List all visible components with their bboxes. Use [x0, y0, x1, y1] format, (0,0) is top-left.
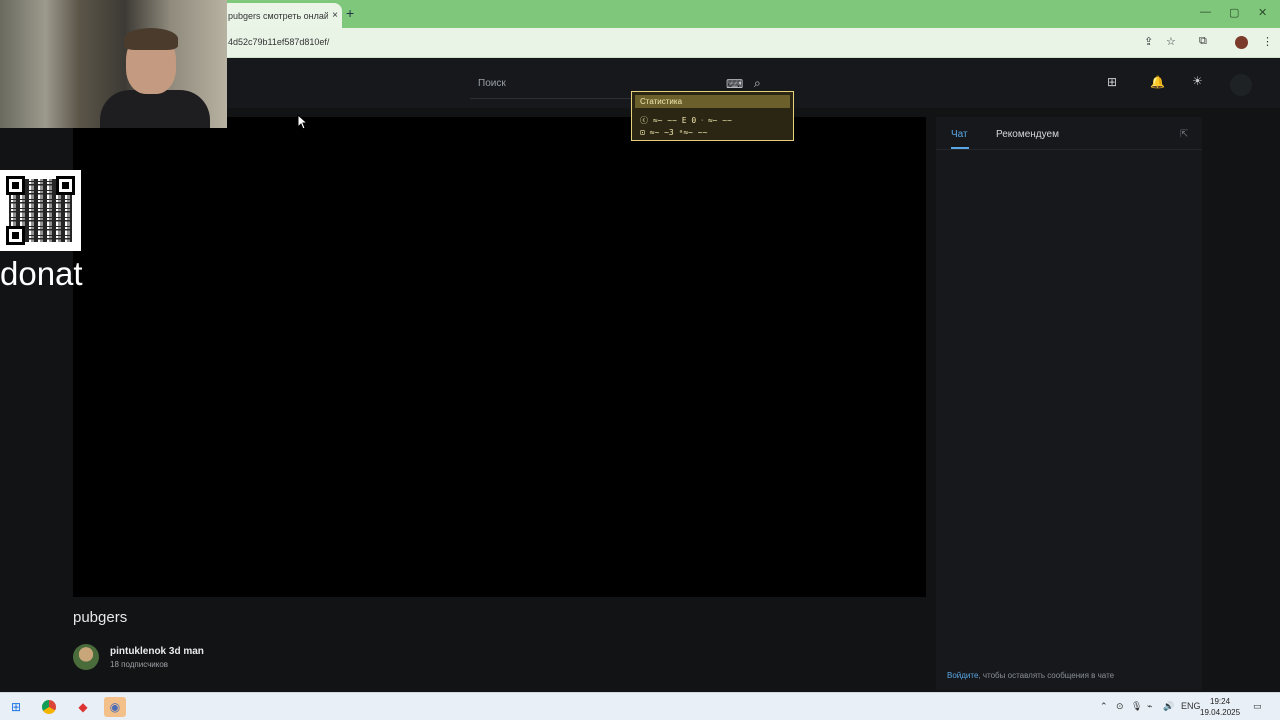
keyboard-icon[interactable]: ⌨ [726, 77, 743, 91]
user-avatar[interactable] [1230, 74, 1252, 96]
divider [936, 149, 1202, 150]
subscriber-count: 18 подписчиков [110, 660, 169, 669]
more-menu-icon[interactable]: ⋮ [1262, 35, 1273, 48]
search-input[interactable]: Поиск [478, 78, 506, 89]
tray-chevron-icon[interactable]: ⌃ [1100, 701, 1108, 712]
login-link[interactable]: Войдите [947, 671, 978, 680]
stream-title: pubgers [73, 609, 128, 626]
stats-overlay: Статистика ⓒ ≈~ ~~ E 0 ᐧ ≈~ ~~ ⊡ ≈~ ~3 ᵃ… [631, 91, 794, 141]
obs-app-icon[interactable]: ◉ [104, 697, 126, 717]
minimize-icon[interactable]: — [1200, 6, 1211, 18]
maximize-icon[interactable]: ▢ [1229, 6, 1239, 19]
donate-label: donat [0, 255, 83, 292]
install-app-icon[interactable]: ⇪ [1144, 35, 1153, 48]
stats-title: Статистика [635, 95, 790, 108]
language-indicator[interactable]: ENG [1181, 701, 1201, 711]
notification-icon[interactable]: 🔔 [1150, 75, 1165, 89]
stats-row: ⊡ ≈~ ~3 ᵃ≈~ ~~ [640, 128, 708, 137]
new-tab-icon[interactable]: + [346, 5, 354, 21]
donate-qr-code [0, 170, 81, 251]
video-player[interactable] [73, 117, 926, 597]
tab-title: pubgers смотреть онлай [228, 10, 328, 21]
channel-name[interactable]: pintuklenok 3d man [110, 646, 204, 657]
microphone-icon[interactable]: 🎙 [1131, 701, 1142, 712]
search-icon[interactable]: ⌕ [754, 76, 761, 91]
bookmark-star-icon[interactable]: ☆ [1166, 35, 1176, 48]
add-icon[interactable]: ⊞ [1107, 75, 1117, 89]
screen: pubgers смотреть онлай × + — ▢ ✕ 4d52c79… [0, 0, 1280, 720]
popout-icon[interactable]: ⇱ [1180, 129, 1188, 140]
os-taskbar: ⊞ ◆ ◉ ⌃ ⊙ 🎙 ⌁ 🔊 ENG 19:24 19.04.2025 ▭ [0, 692, 1280, 720]
volume-icon[interactable]: 🔊 [1163, 701, 1174, 712]
notifications-icon[interactable]: ▭ [1253, 701, 1262, 712]
stats-row: ⓒ ≈~ ~~ E 0 ᐧ ≈~ ~~ [640, 116, 732, 125]
webcam-person-body [100, 90, 210, 128]
start-menu-icon[interactable]: ⊞ [5, 697, 27, 717]
clock-date: 19.04.2025 [1200, 708, 1241, 717]
qr-finder [56, 176, 75, 195]
tray-app-icon[interactable]: ⊙ [1116, 701, 1124, 712]
tab-chat[interactable]: Чат [951, 129, 968, 140]
url-text[interactable]: 4d52c79b11ef587d810ef/ [228, 37, 329, 47]
webcam-person-hair [124, 28, 178, 50]
profile-avatar-icon[interactable] [1235, 36, 1248, 49]
webcam-overlay [0, 0, 227, 128]
qr-finder [6, 176, 25, 195]
login-prompt-text: , чтобы оставлять сообщения в чате [978, 671, 1115, 680]
chat-login-prompt: Войдите, чтобы оставлять сообщения в чат… [947, 671, 1114, 680]
clock-time: 19:24 [1210, 697, 1231, 706]
tab-close-icon[interactable]: × [328, 10, 342, 21]
clock[interactable]: 19:24 19.04.2025 [1200, 696, 1240, 718]
network-icon[interactable]: ⌁ [1147, 701, 1152, 712]
chat-panel: Чат Рекомендуем ⇱ Войдите, чтобы оставля… [936, 117, 1202, 690]
theme-sun-icon[interactable]: ☀ [1192, 74, 1203, 88]
extensions-icon[interactable]: ⧉ [1199, 35, 1207, 48]
browser-tab[interactable]: pubgers смотреть онлай × [220, 3, 342, 28]
chrome-icon[interactable] [38, 697, 60, 717]
qr-finder [6, 226, 25, 245]
tab-recommended[interactable]: Рекомендуем [996, 129, 1059, 140]
app-icon[interactable]: ◆ [72, 697, 94, 717]
channel-avatar[interactable] [73, 644, 99, 670]
close-window-icon[interactable]: ✕ [1258, 6, 1267, 19]
